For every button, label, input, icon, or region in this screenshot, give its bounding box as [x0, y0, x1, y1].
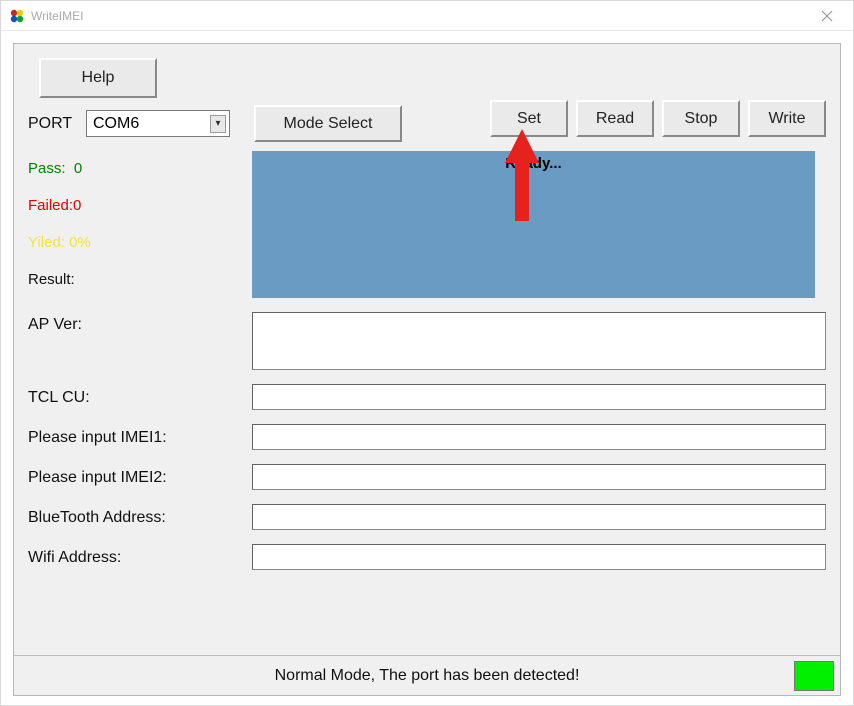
set-button[interactable]: Set	[490, 100, 568, 137]
field-imei1: Please input IMEI1:	[28, 424, 826, 450]
toolbar-row: PORT COM6 ▾ Mode Select Set Read Stop Wr…	[28, 105, 826, 142]
imei2-input[interactable]	[252, 464, 826, 490]
log-panel: Ready...	[252, 151, 815, 298]
port-label: PORT	[28, 115, 86, 133]
main-panel: Help PORT COM6 ▾ Mode Select Set Read St…	[13, 43, 841, 696]
close-button[interactable]	[807, 4, 847, 28]
wifi-input[interactable]	[252, 544, 826, 570]
read-button[interactable]: Read	[576, 100, 654, 137]
status-indicator	[794, 661, 834, 691]
window-title: WriteIMEI	[31, 9, 83, 23]
mode-select-button[interactable]: Mode Select	[254, 105, 402, 142]
status-bar: Normal Mode, The port has been detected!	[14, 655, 840, 695]
port-select[interactable]: COM6 ▾	[86, 110, 230, 137]
stat-result: Result:	[28, 269, 91, 290]
titlebar[interactable]: WriteIMEI	[1, 1, 853, 31]
imei2-label: Please input IMEI2:	[28, 467, 252, 487]
stat-pass: Pass: 0	[28, 158, 91, 179]
field-imei2: Please input IMEI2:	[28, 464, 826, 490]
help-button[interactable]: Help	[39, 58, 157, 98]
bluetooth-label: BlueTooth Address:	[28, 507, 252, 527]
imei1-label: Please input IMEI1:	[28, 427, 252, 447]
imei1-input[interactable]	[252, 424, 826, 450]
stat-yiled: Yiled: 0%	[28, 232, 91, 253]
tcl-cu-label: TCL CU:	[28, 387, 252, 407]
field-tcl-cu: TCL CU:	[28, 384, 826, 410]
client-area: Help PORT COM6 ▾ Mode Select Set Read St…	[1, 31, 853, 705]
stat-failed: Failed:0	[28, 195, 91, 216]
field-ap-ver: AP Ver:	[28, 312, 826, 370]
chevron-down-icon: ▾	[210, 115, 226, 133]
ap-ver-input[interactable]	[252, 312, 826, 370]
field-wifi: Wifi Address:	[28, 544, 826, 570]
ap-ver-label: AP Ver:	[28, 312, 252, 334]
fields-block: AP Ver: TCL CU: Please input IMEI1: Plea…	[28, 312, 826, 584]
write-button[interactable]: Write	[748, 100, 826, 137]
app-window: WriteIMEI Help PORT COM6 ▾ Mode Select S…	[0, 0, 854, 706]
tcl-cu-input[interactable]	[252, 384, 826, 410]
field-bluetooth: BlueTooth Address:	[28, 504, 826, 530]
action-button-group: Set Read Stop Write	[490, 100, 826, 137]
app-icon	[9, 8, 25, 24]
stats-block: Pass: 0 Failed:0 Yiled: 0% Result:	[28, 158, 91, 290]
stop-button[interactable]: Stop	[662, 100, 740, 137]
bluetooth-input[interactable]	[252, 504, 826, 530]
port-select-value: COM6	[93, 115, 139, 133]
status-text: Normal Mode, The port has been detected!	[275, 667, 580, 685]
log-text: Ready...	[505, 155, 561, 298]
wifi-label: Wifi Address:	[28, 547, 252, 567]
